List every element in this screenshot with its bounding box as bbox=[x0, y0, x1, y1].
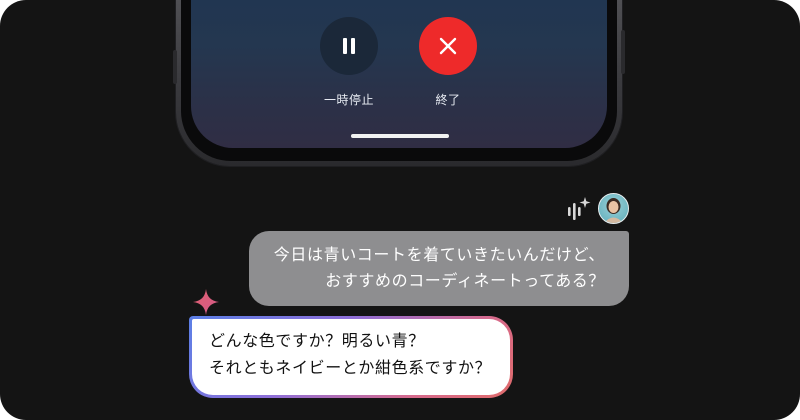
phone-side-button bbox=[173, 50, 177, 84]
user-message-bubble: 今日は青いコートを着ていきたいんだけど、 おすすめのコーディネートってある？ bbox=[249, 231, 629, 306]
close-icon bbox=[439, 37, 457, 55]
phone-side-button bbox=[621, 30, 625, 74]
pause-button[interactable] bbox=[320, 17, 378, 75]
ai-message-body: どんな色ですか？明るい青？ それともネイビーとか紺色系ですか？ bbox=[192, 319, 510, 395]
user-message-line: 今日は青いコートを着ていきたいんだけど、 bbox=[273, 245, 605, 264]
ai-message-bubble: どんな色ですか？明るい青？ それともネイビーとか紺色系ですか？ bbox=[189, 316, 513, 398]
home-indicator[interactable] bbox=[351, 134, 449, 138]
promo-frame: 一時停止 終了 今日は青いコートを着ていきたいんだけど、 おすすめのコーディネー bbox=[0, 0, 800, 420]
phone-screen: 一時停止 終了 bbox=[191, 0, 607, 148]
end-label: 終了 bbox=[435, 93, 461, 107]
end-call-button[interactable] bbox=[419, 17, 477, 75]
avatar bbox=[598, 193, 629, 224]
ai-message-line: それともネイビーとか紺色系ですか？ bbox=[209, 358, 492, 377]
user-message-line: おすすめのコーディネートってある？ bbox=[325, 271, 605, 290]
pause-label: 一時停止 bbox=[323, 93, 374, 107]
ai-message-line: どんな色ですか？明るい青？ bbox=[209, 331, 425, 350]
voice-sparkle-icon bbox=[565, 196, 591, 226]
pause-icon bbox=[343, 38, 355, 54]
